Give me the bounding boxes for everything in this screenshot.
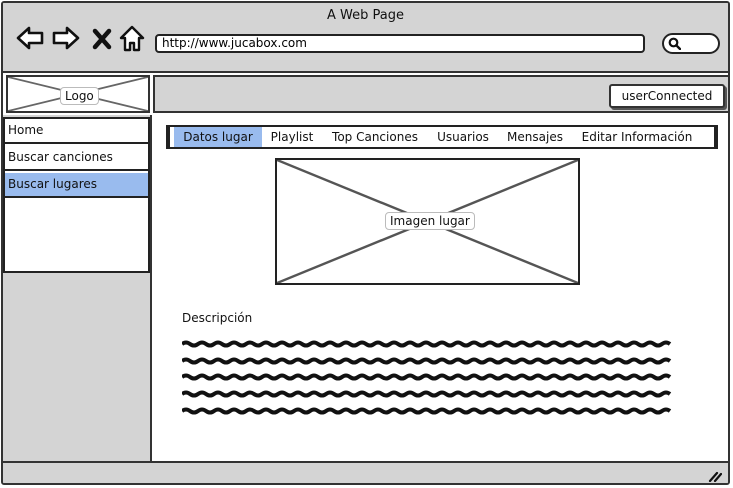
- sidebar-menu: Home Buscar canciones Buscar lugares: [3, 117, 150, 273]
- description-text-line: [180, 400, 672, 415]
- description-text-line: [180, 366, 672, 381]
- description-text-line: [180, 333, 672, 348]
- tab-bar: Datos lugar Playlist Top Canciones Usuar…: [166, 125, 718, 149]
- browser-toolbar: A Web Page http://www.jucabox.com: [3, 3, 728, 73]
- resize-grip-icon[interactable]: [708, 470, 722, 482]
- url-input[interactable]: http://www.jucabox.com: [155, 34, 645, 53]
- home-icon[interactable]: [118, 23, 146, 53]
- sidebar: Home Buscar canciones Buscar lugares: [3, 115, 152, 461]
- description-text-line: [180, 383, 672, 398]
- logo-label: Logo: [60, 87, 99, 105]
- place-image-placeholder: Imagen lugar: [275, 158, 580, 285]
- browser-window: A Web Page http://www.jucabox.com Logo u…: [1, 1, 730, 485]
- browser-search-input[interactable]: [662, 33, 720, 54]
- search-icon: [668, 37, 681, 50]
- tab-editar-informacion[interactable]: Editar Información: [578, 127, 696, 147]
- tab-top-canciones[interactable]: Top Canciones: [326, 127, 424, 147]
- sidebar-item-home[interactable]: Home: [5, 119, 148, 144]
- logo-placeholder: Logo: [6, 75, 150, 113]
- main-content: Datos lugar Playlist Top Canciones Usuar…: [152, 115, 728, 461]
- window-title: A Web Page: [327, 8, 404, 23]
- tab-playlist[interactable]: Playlist: [266, 127, 318, 147]
- description-text-line: [180, 350, 672, 365]
- forward-arrow-icon[interactable]: [51, 23, 81, 53]
- user-connected-button[interactable]: userConnected: [609, 84, 725, 108]
- tab-mensajes[interactable]: Mensajes: [502, 127, 568, 147]
- back-arrow-icon[interactable]: [15, 23, 45, 53]
- status-bar: [3, 461, 728, 483]
- sidebar-item-buscar-canciones[interactable]: Buscar canciones: [5, 146, 148, 171]
- close-x-icon[interactable]: [91, 23, 113, 53]
- tab-datos-lugar[interactable]: Datos lugar: [174, 127, 262, 147]
- sidebar-item-buscar-lugares[interactable]: Buscar lugares: [5, 173, 148, 198]
- place-image-label: Imagen lugar: [385, 212, 475, 230]
- tab-usuarios[interactable]: Usuarios: [432, 127, 494, 147]
- description-title: Descripción: [182, 311, 253, 325]
